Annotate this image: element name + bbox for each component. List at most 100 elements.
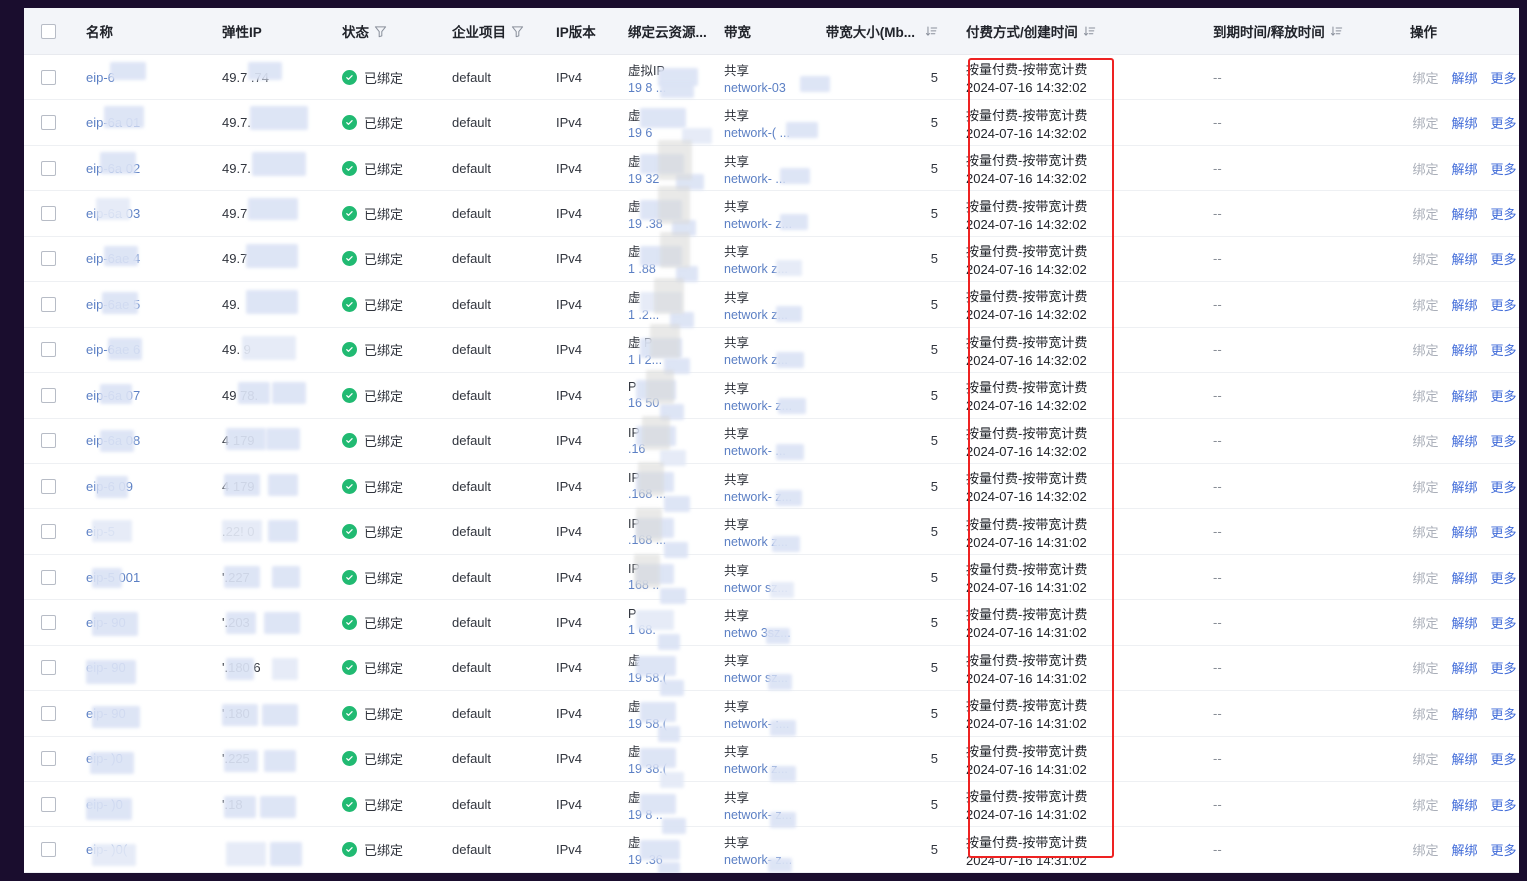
- unbind-action[interactable]: 解绑: [1451, 159, 1477, 178]
- row-select-cell[interactable]: [24, 236, 72, 281]
- more-action[interactable]: 更多: [1491, 568, 1517, 587]
- bandwidth-name-link[interactable]: network z...: [724, 262, 826, 276]
- row-checkbox[interactable]: [41, 433, 56, 448]
- bandwidth-name-link[interactable]: network- z...: [724, 490, 826, 504]
- column-header-name[interactable]: 名称: [72, 8, 208, 55]
- row-select-cell[interactable]: [24, 463, 72, 508]
- column-header-payment-create-time[interactable]: 付费方式/创建时间: [952, 8, 1199, 55]
- bound-resource-address[interactable]: 19 38.(: [628, 762, 710, 776]
- more-action[interactable]: 更多: [1491, 522, 1517, 541]
- eip-name-link[interactable]: eip- 90: [86, 660, 208, 675]
- table-row[interactable]: eip- )0(已绑定defaultIPv4虚19 .36共享network- …: [24, 827, 1519, 872]
- eip-name-link[interactable]: eip-6: [86, 70, 208, 85]
- row-select-cell[interactable]: [24, 736, 72, 781]
- unbind-action[interactable]: 解绑: [1451, 840, 1477, 859]
- row-checkbox[interactable]: [41, 660, 56, 675]
- column-header-bandwidth[interactable]: 带宽: [710, 8, 826, 55]
- eip-name-link[interactable]: eip-6 09: [86, 479, 208, 494]
- bound-resource-address[interactable]: 19 8 ...: [628, 81, 710, 95]
- eip-name-link[interactable]: eip-6a 03: [86, 206, 208, 221]
- select-all-header[interactable]: [24, 8, 72, 55]
- bandwidth-name-link[interactable]: network z...: [724, 353, 826, 367]
- more-action[interactable]: 更多: [1491, 68, 1517, 87]
- row-checkbox[interactable]: [41, 206, 56, 221]
- table-row[interactable]: eip-6a 084 179已绑定defaultIPv4 IP .16共享net…: [24, 419, 1519, 464]
- cell-name[interactable]: eip- 90: [72, 645, 208, 690]
- row-select-cell[interactable]: [24, 600, 72, 645]
- row-select-cell[interactable]: [24, 145, 72, 190]
- column-header-bandwidth-size[interactable]: 带宽大小(Mb...: [826, 8, 952, 55]
- bandwidth-name-link[interactable]: network- z...: [724, 808, 826, 822]
- eip-name-link[interactable]: eip- )0(: [86, 842, 208, 857]
- bound-resource-address[interactable]: .16: [628, 442, 710, 456]
- unbind-action[interactable]: 解绑: [1451, 795, 1477, 814]
- more-action[interactable]: 更多: [1491, 113, 1517, 132]
- more-action[interactable]: 更多: [1491, 204, 1517, 223]
- table-row[interactable]: eip-6ae 649. 9已绑定defaultIPv4虚 P1 l 2...共…: [24, 328, 1519, 373]
- bound-resource-address[interactable]: 1 68.: [628, 623, 710, 637]
- cell-name[interactable]: eip- )0(: [72, 827, 208, 872]
- more-action[interactable]: 更多: [1491, 749, 1517, 768]
- bandwidth-name-link[interactable]: networ sz...: [724, 581, 826, 595]
- cell-name[interactable]: eip-6a 02: [72, 145, 208, 190]
- row-checkbox[interactable]: [41, 524, 56, 539]
- column-header-enterprise-project[interactable]: 企业项目: [438, 8, 542, 55]
- row-select-cell[interactable]: [24, 55, 72, 100]
- bandwidth-name-link[interactable]: network z...: [724, 762, 826, 776]
- more-action[interactable]: 更多: [1491, 658, 1517, 677]
- cell-name[interactable]: eip-5 001: [72, 554, 208, 599]
- table-row[interactable]: eip-6a 0749 78.已绑定defaultIPv4 P 16 50共享n…: [24, 373, 1519, 418]
- more-action[interactable]: 更多: [1491, 477, 1517, 496]
- bandwidth-name-link[interactable]: network- z...: [724, 399, 826, 413]
- more-action[interactable]: 更多: [1491, 840, 1517, 859]
- bound-resource-address[interactable]: 19 6: [628, 126, 710, 140]
- cell-name[interactable]: eip-6a 03: [72, 191, 208, 236]
- sort-icon[interactable]: [1083, 25, 1096, 38]
- eip-name-link[interactable]: eip- 90: [86, 615, 208, 630]
- column-header-bound-resource[interactable]: 绑定云资源...: [614, 8, 710, 55]
- row-checkbox[interactable]: [41, 479, 56, 494]
- eip-name-link[interactable]: eip-6ae 5: [86, 297, 208, 312]
- row-select-cell[interactable]: [24, 100, 72, 145]
- unbind-action[interactable]: 解绑: [1451, 340, 1477, 359]
- cell-name[interactable]: eip-6a 07: [72, 373, 208, 418]
- row-select-cell[interactable]: [24, 645, 72, 690]
- filter-icon[interactable]: [374, 25, 387, 38]
- column-header-eip[interactable]: 弹性IP: [208, 8, 328, 55]
- bandwidth-name-link[interactable]: network- :...: [724, 717, 826, 731]
- row-checkbox[interactable]: [41, 297, 56, 312]
- table-row[interactable]: eip-6a 0249.7.已绑定defaultIPv4虚19 32共享netw…: [24, 146, 1519, 191]
- row-checkbox[interactable]: [41, 615, 56, 630]
- bandwidth-name-link[interactable]: networ sz...: [724, 671, 826, 685]
- table-row[interactable]: eip- 90 '.180 6已绑定defaultIPv4虚19 58.(共享n…: [24, 646, 1519, 691]
- eip-name-link[interactable]: eip-6ae 4: [86, 251, 208, 266]
- bandwidth-name-link[interactable]: network z...: [724, 535, 826, 549]
- cell-name[interactable]: eip- )0: [72, 736, 208, 781]
- more-action[interactable]: 更多: [1491, 386, 1517, 405]
- table-row[interactable]: eip- )0 '.18已绑定defaultIPv4虚19 8 ..共享netw…: [24, 782, 1519, 827]
- column-header-ip-version[interactable]: IP版本: [542, 8, 614, 55]
- row-checkbox[interactable]: [41, 706, 56, 721]
- unbind-action[interactable]: 解绑: [1451, 568, 1477, 587]
- table-row[interactable]: eip-6ae 449.7已绑定defaultIPv4虚1 .88共享netwo…: [24, 237, 1519, 282]
- cell-name[interactable]: eip-6ae 4: [72, 236, 208, 281]
- more-action[interactable]: 更多: [1491, 249, 1517, 268]
- bound-resource-address[interactable]: .168 ...: [628, 487, 710, 501]
- bandwidth-name-link[interactable]: network z...: [724, 308, 826, 322]
- cell-name[interactable]: eip- 90: [72, 691, 208, 736]
- unbind-action[interactable]: 解绑: [1451, 477, 1477, 496]
- bandwidth-name-link[interactable]: network-03: [724, 81, 826, 95]
- row-checkbox[interactable]: [41, 570, 56, 585]
- row-checkbox[interactable]: [41, 842, 56, 857]
- bandwidth-name-link[interactable]: network- z...: [724, 217, 826, 231]
- unbind-action[interactable]: 解绑: [1451, 704, 1477, 723]
- eip-name-link[interactable]: eip- )0: [86, 751, 208, 766]
- sort-icon[interactable]: [925, 25, 938, 38]
- row-select-cell[interactable]: [24, 418, 72, 463]
- table-row[interactable]: eip-6ae 549.已绑定defaultIPv4虚1 .2...共享netw…: [24, 282, 1519, 327]
- eip-name-link[interactable]: eip-6ae 6: [86, 342, 208, 357]
- more-action[interactable]: 更多: [1491, 431, 1517, 450]
- more-action[interactable]: 更多: [1491, 613, 1517, 632]
- row-checkbox[interactable]: [41, 342, 56, 357]
- eip-name-link[interactable]: eip-5 001: [86, 570, 208, 585]
